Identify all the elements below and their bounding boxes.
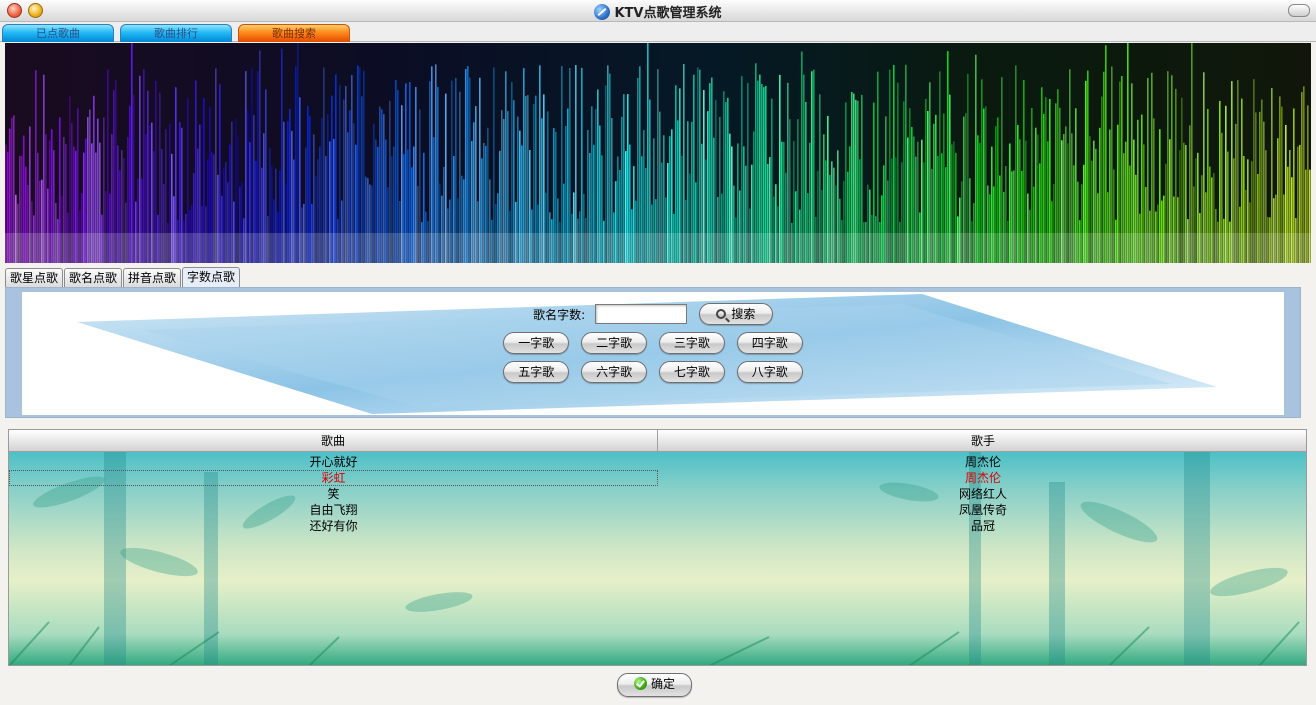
singer-cell: 品冠 [970, 519, 995, 533]
spectrum-bar [947, 51, 949, 263]
five-char-song-button[interactable]: 五字歌 [503, 361, 570, 383]
window-title-group: KTV点歌管理系统 [0, 2, 1316, 21]
wordcount-input[interactable] [595, 304, 688, 324]
table-body: 开心就好 周杰伦 彩虹 周杰伦 笑 网络红人 自由飞翔 凤凰传奇 还好有你 品冠 [9, 452, 1306, 665]
singer-cell: 周杰伦 [964, 455, 1001, 469]
column-header-song[interactable]: 歌曲 [9, 430, 658, 452]
one-char-song-button[interactable]: 一字歌 [503, 332, 570, 354]
confirm-button[interactable]: 确定 [617, 673, 692, 697]
tab-song-ranking[interactable]: 歌曲排行 [120, 24, 232, 42]
spectrum-bar [1191, 43, 1193, 263]
title-bar: KTV点歌管理系统 [0, 0, 1316, 22]
spectrum-graphic [5, 43, 1311, 263]
results-table: 歌曲 歌手 开心就好 周杰伦 彩虹 周杰伦 笑 网络红人 自由飞翔 凤凰传奇 还… [8, 429, 1307, 666]
singer-cell: 凤凰传奇 [958, 503, 1007, 517]
wordcount-buttons-row-2: 五字歌 六字歌 七字歌 八字歌 [22, 361, 1284, 383]
search-button-label: 搜索 [731, 307, 756, 321]
search-icon [716, 309, 727, 319]
song-cell: 还好有你 [309, 519, 358, 533]
spectrum-bar [1105, 45, 1107, 263]
singer-cell: 周杰伦 [964, 471, 1001, 485]
spectrum-bar [131, 43, 133, 263]
tab-song-search[interactable]: 歌曲搜索 [238, 24, 350, 42]
tab-title-search[interactable]: 歌名点歌 [64, 268, 122, 287]
table-row[interactable]: 笑 网络红人 [9, 486, 1306, 502]
singer-cell: 网络红人 [958, 487, 1007, 501]
wordcount-search-panel: 歌名字数: 搜索 一字歌 二字歌 三字歌 四字歌 五字歌 六字歌 七字歌 八字歌 [5, 287, 1301, 418]
spectrum-glow [5, 233, 1311, 263]
table-row[interactable]: 还好有你 品冠 [9, 518, 1306, 534]
six-char-song-button[interactable]: 六字歌 [581, 361, 648, 383]
seven-char-song-button[interactable]: 七字歌 [658, 361, 725, 383]
checkmark-icon [633, 677, 647, 690]
spectrum-banner-image [5, 43, 1311, 263]
search-button[interactable]: 搜索 [698, 303, 773, 325]
eight-char-song-button[interactable]: 八字歌 [736, 361, 803, 383]
spectrum-bar [297, 43, 299, 263]
table-row-selected[interactable]: 彩虹 周杰伦 [9, 470, 1306, 486]
spectrum-bar [1127, 43, 1129, 263]
two-char-song-button[interactable]: 二字歌 [581, 332, 648, 354]
confirm-button-label: 确定 [650, 677, 675, 691]
tab-wordcount-search[interactable]: 字数点歌 [182, 267, 240, 287]
toolbar-toggle-button[interactable] [1288, 4, 1310, 17]
main-tab-bar: 已点歌曲 歌曲排行 歌曲搜索 [0, 22, 1316, 42]
app-logo-icon [594, 4, 611, 20]
spectrum-bar [647, 43, 649, 263]
song-cell: 开心就好 [309, 455, 358, 469]
spectrum-bar [259, 50, 261, 263]
spectrum-bar [281, 48, 283, 263]
wordcount-label: 歌名字数: [533, 307, 586, 322]
spectrum-bar [801, 51, 803, 263]
song-cell: 笑 [327, 487, 340, 501]
table-row[interactable]: 自由飞翔 凤凰传奇 [9, 502, 1306, 518]
wordcount-buttons-row-1: 一字歌 二字歌 三字歌 四字歌 [22, 332, 1284, 354]
table-row[interactable]: 开心就好 周杰伦 [9, 454, 1306, 470]
tab-ordered-songs[interactable]: 已点歌曲 [2, 24, 114, 42]
four-char-song-button[interactable]: 四字歌 [736, 332, 803, 354]
window-title: KTV点歌管理系统 [614, 6, 722, 21]
column-header-singer[interactable]: 歌手 [658, 430, 1306, 452]
tab-singer-search[interactable]: 歌星点歌 [5, 268, 63, 287]
search-row: 歌名字数: 搜索 [22, 303, 1284, 325]
song-cell: 彩虹 [9, 470, 658, 486]
spectrum-bar [975, 54, 977, 263]
table-header: 歌曲 歌手 [9, 430, 1306, 452]
three-char-song-button[interactable]: 三字歌 [658, 332, 725, 354]
song-cell: 自由飞翔 [309, 503, 358, 517]
tab-pinyin-search[interactable]: 拼音点歌 [123, 268, 181, 287]
search-panel-body: 歌名字数: 搜索 一字歌 二字歌 三字歌 四字歌 五字歌 六字歌 七字歌 八字歌 [22, 292, 1284, 415]
